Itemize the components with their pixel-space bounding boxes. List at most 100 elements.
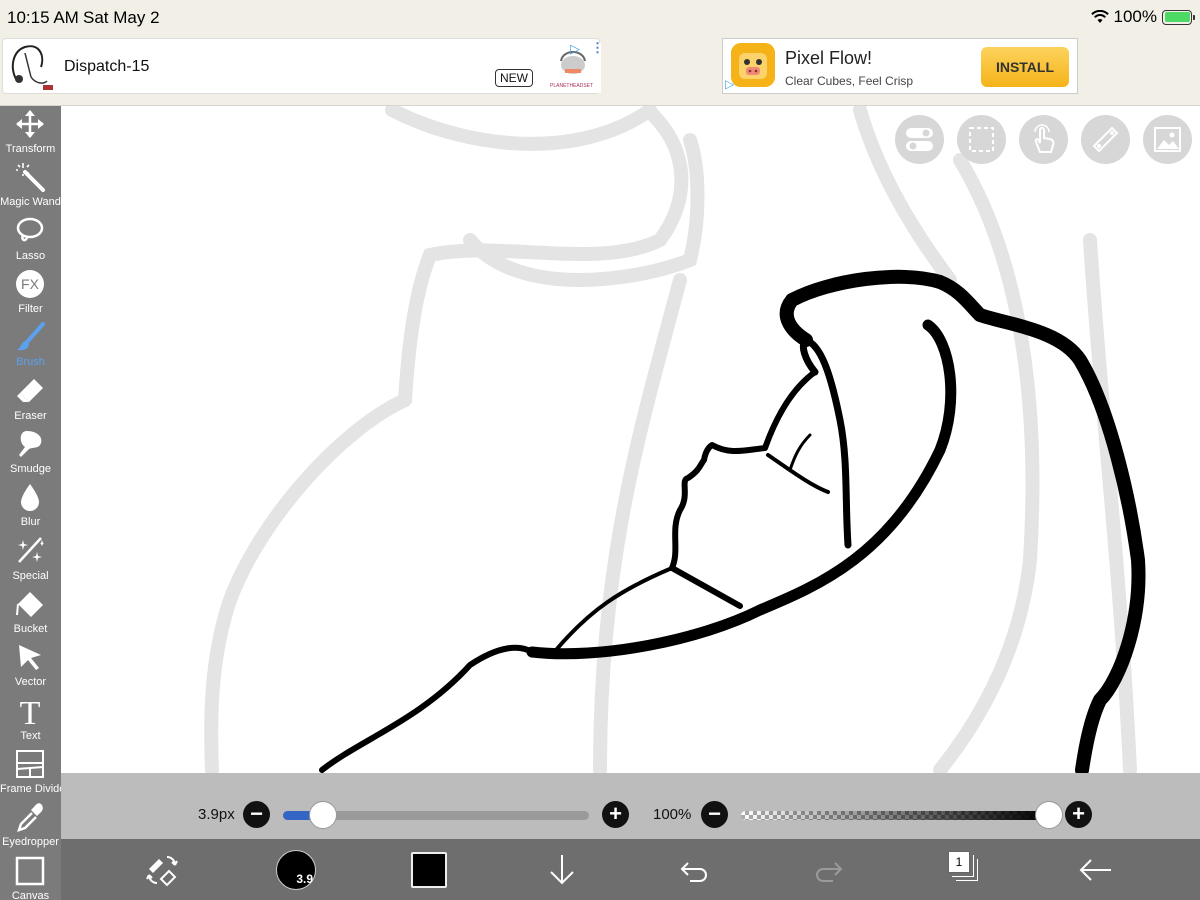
opacity-minus-button[interactable]: −: [701, 801, 728, 828]
install-button[interactable]: INSTALL: [981, 47, 1069, 87]
color-swatch-button[interactable]: [411, 852, 447, 888]
ad-banner-dispatch[interactable]: Dispatch-15 NEW PLANETHEADSET ▷ ⋮: [2, 38, 604, 94]
selection-icon: [969, 127, 994, 152]
magic-wand-icon: [16, 163, 45, 192]
svg-text:T: T: [20, 696, 41, 726]
droplet-icon: [21, 484, 39, 511]
cursor-arrow-icon: [19, 645, 41, 670]
ruler-button[interactable]: [1081, 115, 1130, 164]
tool-vector[interactable]: Vector: [0, 639, 61, 692]
redo-icon[interactable]: [809, 851, 847, 889]
hand-touch-button[interactable]: [1019, 115, 1068, 164]
headset-product-icon: [5, 41, 61, 93]
tool-label: Filter: [18, 303, 43, 315]
bottom-action-bar: 3.9 1: [61, 839, 1200, 900]
wifi-icon: [1090, 10, 1109, 23]
tool-label: Magic Wand: [0, 196, 61, 208]
tool-label: Eyedropper: [2, 836, 59, 848]
ruler-icon: [1092, 126, 1119, 153]
tool-bucket[interactable]: Bucket: [0, 586, 61, 639]
ad-banner-pixel-flow[interactable]: Pixel Flow! Clear Cubes, Feel Crisp INST…: [722, 38, 1078, 94]
move-arrows-icon: [16, 110, 44, 138]
layer-count: 1: [948, 851, 970, 873]
brush-slider-bar: 3.9px − + 100% − +: [61, 773, 1200, 839]
opacity-value: 100%: [653, 806, 692, 823]
ad-app-title: Pixel Flow!: [785, 48, 873, 68]
eyedropper-icon: [17, 803, 43, 832]
tool-transform[interactable]: Transform: [0, 106, 61, 159]
battery-percent: 100%: [1113, 7, 1157, 26]
bucket-icon: [16, 592, 43, 617]
brush-icon: [17, 322, 45, 351]
adchoices-icon[interactable]: ▷: [570, 41, 580, 57]
tool-label: Canvas: [11, 890, 50, 900]
tool-filter[interactable]: FX Filter: [0, 266, 61, 319]
artwork-layer: [204, 106, 1146, 773]
brush-size-handle[interactable]: [308, 801, 337, 829]
tool-label: Frame Divider: [0, 783, 70, 795]
advertiser-name: PLANETHEADSET: [550, 83, 594, 89]
app-screen: 10:15 AM Sat May 2 100% Dispatch-15 NEW: [0, 0, 1200, 900]
eraser-icon: [17, 379, 43, 402]
tool-eraser[interactable]: Eraser: [0, 373, 61, 426]
size-plus-button[interactable]: +: [602, 801, 629, 828]
status-right: 100%: [1090, 7, 1195, 27]
text-icon: T: [20, 696, 41, 726]
ad-title: Dispatch-15: [64, 58, 150, 75]
layers-button[interactable]: 1: [948, 851, 978, 881]
selection-button[interactable]: [957, 115, 1006, 164]
ad-app-subtitle: Clear Cubes, Feel Crisp: [785, 74, 914, 88]
svg-text:FX: FX: [21, 276, 40, 292]
tool-text[interactable]: T Text: [0, 693, 61, 746]
fx-icon: FX: [16, 270, 44, 298]
tool-canvas[interactable]: Canvas: [0, 853, 61, 900]
undo-icon[interactable]: [676, 851, 714, 889]
status-time: 10:15 AM: [7, 8, 79, 27]
toggle-icon: [906, 128, 933, 151]
tool-label: Eraser: [14, 410, 47, 422]
battery-icon: [1162, 9, 1195, 25]
adchoices-icon[interactable]: ▷: [725, 77, 734, 91]
tool-eyedropper[interactable]: Eyedropper: [0, 799, 61, 852]
opacity-handle[interactable]: [1035, 801, 1063, 829]
hand-touch-icon: [1034, 124, 1055, 153]
arrow-down-icon[interactable]: [543, 851, 581, 889]
back-arrow-icon[interactable]: [1077, 851, 1115, 889]
brush-preview-button[interactable]: 3.9: [276, 850, 316, 890]
tool-label: Bucket: [13, 623, 48, 635]
tool-label: Lasso: [15, 250, 46, 262]
tool-label: Brush: [16, 356, 45, 368]
ad-banner-area: Dispatch-15 NEW PLANETHEADSET ▷ ⋮ Pixel …: [0, 36, 1200, 106]
tool-magic-wand[interactable]: Magic Wand: [0, 159, 61, 212]
new-badge: NEW: [495, 69, 533, 87]
toggle-button[interactable]: [895, 115, 944, 164]
lasso-icon: [16, 217, 44, 242]
reference-image-button[interactable]: [1143, 115, 1192, 164]
sparkle-icon: [18, 537, 44, 563]
tool-label: Transform: [5, 143, 56, 155]
more-options-icon[interactable]: ⋮: [591, 40, 604, 56]
swap-brush-eraser-icon[interactable]: [143, 851, 181, 889]
canvas-icon: [15, 856, 45, 886]
frame-divider-icon: [16, 750, 44, 778]
opacity-slider[interactable]: [741, 811, 1049, 820]
tool-smudge[interactable]: Smudge: [0, 426, 61, 479]
status-bar: 10:15 AM Sat May 2 100%: [0, 0, 1200, 36]
brush-preview-size: 3.9: [296, 872, 313, 886]
status-date: Sat May 2: [83, 8, 160, 27]
tool-lasso[interactable]: Lasso: [0, 213, 61, 266]
tool-special[interactable]: Special: [0, 533, 61, 586]
tool-sidebar: Transform Magic Wand Lasso FX Filter Bru…: [0, 106, 70, 900]
drawing-canvas[interactable]: [61, 106, 1200, 773]
size-minus-button[interactable]: −: [243, 801, 270, 828]
opacity-plus-button[interactable]: +: [1065, 801, 1092, 828]
pig-app-icon: [731, 43, 775, 87]
image-icon: [1154, 127, 1181, 152]
tool-blur[interactable]: Blur: [0, 479, 61, 532]
tool-label: Special: [12, 570, 49, 582]
tool-brush[interactable]: Brush: [0, 319, 61, 372]
tool-label: Vector: [14, 676, 47, 688]
tool-label: Blur: [20, 516, 41, 528]
tool-label: Smudge: [10, 463, 51, 475]
tool-frame-divider[interactable]: Frame Divider: [0, 746, 70, 799]
